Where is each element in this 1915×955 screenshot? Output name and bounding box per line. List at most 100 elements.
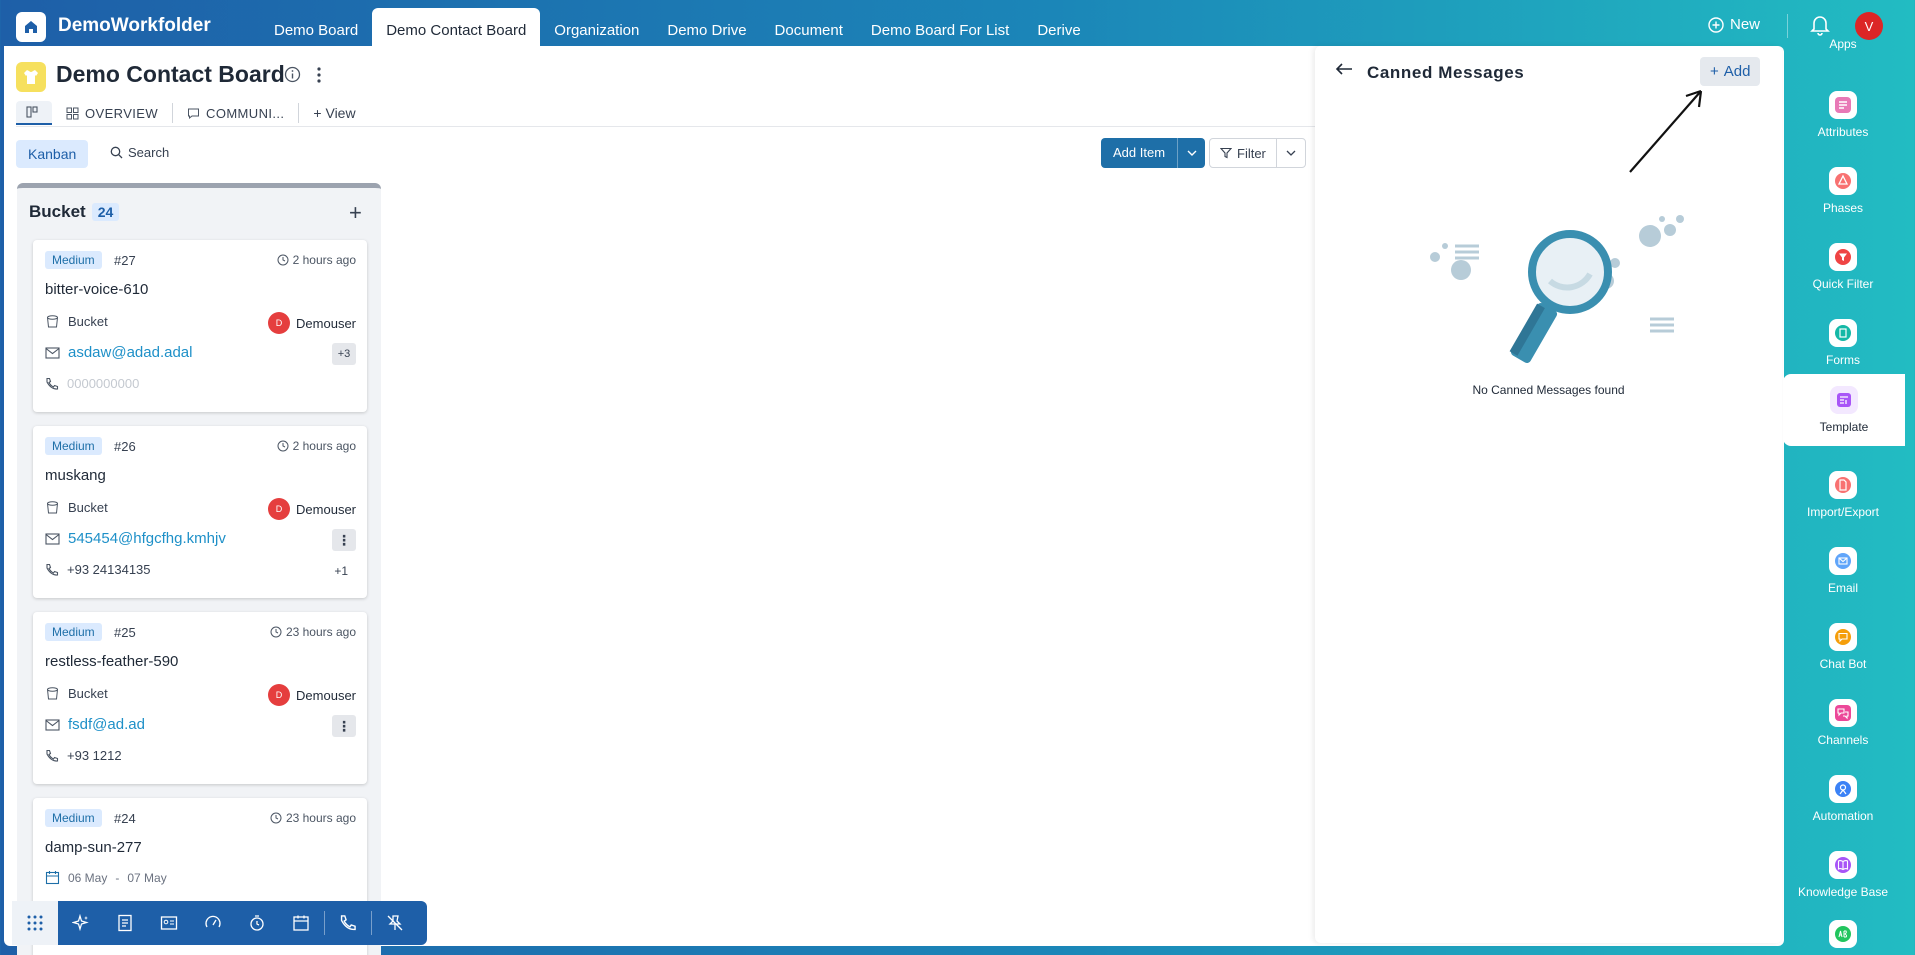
card-id: #25	[114, 625, 136, 640]
timer-icon[interactable]	[246, 912, 268, 934]
card-title[interactable]: bitter-voice-610	[45, 281, 148, 298]
card-title[interactable]: muskang	[45, 467, 106, 484]
card-time: 23 hours ago	[270, 625, 356, 639]
kanban-icon	[26, 106, 38, 118]
add-item-button[interactable]: Add Item	[1101, 138, 1178, 168]
template-icon	[1830, 386, 1858, 414]
search-button[interactable]: Search	[110, 145, 169, 160]
divider	[298, 103, 300, 123]
kanban-card[interactable]: Medium #26 2 hours ago muskang Bucket D …	[33, 426, 367, 598]
back-arrow-icon[interactable]	[1335, 62, 1353, 81]
tab-kanban-view[interactable]	[16, 101, 52, 125]
kanban-card[interactable]: Medium #27 2 hours ago bitter-voice-610 …	[33, 240, 367, 412]
more-options-icon[interactable]: ⋮	[332, 529, 356, 551]
rail-item-ab-test[interactable]	[1783, 914, 1903, 954]
clock-icon	[277, 440, 289, 452]
bucket-row: Bucket	[45, 314, 108, 329]
rail-item-import-export[interactable]: Import/Export	[1783, 460, 1903, 530]
contact-card-icon[interactable]	[158, 912, 180, 934]
apps-grid-icon[interactable]	[12, 901, 58, 945]
home-icon[interactable]	[16, 12, 46, 42]
chevron-down-icon[interactable]	[1277, 139, 1305, 167]
rail-item-apps[interactable]: Apps	[1783, 9, 1903, 79]
card-owner[interactable]: D Demouser	[268, 498, 356, 520]
rail-item-knowledge-base[interactable]: Knowledge Base	[1783, 840, 1903, 910]
sparkle-icon[interactable]	[70, 912, 92, 934]
rail-item-forms[interactable]: Forms	[1783, 308, 1903, 378]
divider	[16, 126, 1316, 127]
more-emails-badge[interactable]: +3	[332, 343, 356, 365]
more-options-icon[interactable]	[316, 66, 322, 89]
more-phones-badge[interactable]: +1	[334, 564, 348, 578]
empty-state-text: No Canned Messages found	[1472, 383, 1625, 397]
app-name[interactable]: DemoWorkfolder	[58, 15, 211, 37]
email-link[interactable]: 545454@hfgcfhg.kmhjv	[68, 530, 226, 547]
card-title[interactable]: damp-sun-277	[45, 839, 142, 856]
phone-icon	[46, 563, 59, 576]
phone-row: +93 1212	[45, 748, 122, 763]
divider	[371, 911, 372, 935]
priority-badge: Medium	[45, 623, 102, 641]
column-name: Bucket	[29, 202, 86, 221]
notes-icon[interactable]	[114, 912, 136, 934]
card-owner[interactable]: D Demouser	[268, 312, 356, 334]
more-options-icon[interactable]: ⋮	[332, 715, 356, 737]
add-column-item-icon[interactable]: +	[349, 200, 362, 226]
card-time: 2 hours ago	[277, 253, 356, 267]
bucket-label: Bucket	[68, 686, 108, 701]
rail-item-attributes[interactable]: Attributes	[1783, 80, 1903, 150]
rail-item-label: Quick Filter	[1812, 277, 1874, 291]
divider	[172, 103, 174, 123]
top-navigation: DemoWorkfolder Demo Board Demo Contact B…	[0, 0, 1915, 52]
info-icon[interactable]	[284, 66, 301, 88]
rail-item-label: Forms	[1826, 353, 1860, 367]
phone-number: +93 24134135	[67, 562, 151, 577]
add-canned-message-button[interactable]: + Add	[1700, 57, 1761, 86]
priority-badge: Medium	[45, 809, 102, 827]
email-link[interactable]: fsdf@ad.ad	[68, 716, 145, 733]
rail-item-phases[interactable]: Phases	[1783, 156, 1903, 226]
bucket-icon	[47, 501, 58, 514]
new-button[interactable]: New	[1708, 16, 1760, 33]
date-end: 07 May	[127, 870, 167, 885]
kanban-button[interactable]: Kanban	[16, 140, 89, 168]
bucket-label: Bucket	[68, 314, 108, 329]
rail-item-email[interactable]: Email	[1783, 536, 1903, 606]
avatar: D	[268, 498, 291, 520]
email-link[interactable]: asdaw@adad.adal	[68, 344, 192, 361]
tab-overview[interactable]: OVERVIEW	[56, 102, 168, 125]
add-label: Add	[1723, 63, 1751, 80]
column-count-badge: 24	[91, 203, 120, 221]
rail-item-quick-filter[interactable]: Quick Filter	[1783, 232, 1903, 302]
kanban-card[interactable]: Medium #25 23 hours ago restless-feather…	[33, 612, 367, 784]
rail-item-label: Channels	[1817, 733, 1869, 747]
add-view-button[interactable]: + View	[303, 101, 365, 125]
comment-icon	[188, 108, 200, 119]
card-title[interactable]: restless-feather-590	[45, 653, 178, 670]
board-shirt-icon	[16, 62, 46, 92]
phone-icon[interactable]	[337, 912, 359, 934]
knowledge-base-icon	[1829, 851, 1857, 879]
filter-button[interactable]: Filter	[1210, 139, 1277, 167]
card-id: #24	[114, 811, 136, 826]
tab-communication[interactable]: COMMUNI...	[177, 102, 294, 125]
panel-title: Canned Messages	[1367, 63, 1525, 82]
phases-icon	[1829, 167, 1857, 195]
rail-item-label: Phases	[1822, 201, 1864, 215]
add-item-split-button: Add Item	[1101, 138, 1206, 168]
rail-item-channels[interactable]: Channels	[1783, 688, 1903, 758]
bucket-row: Bucket	[45, 686, 108, 701]
gauge-icon[interactable]	[202, 912, 224, 934]
rail-item-chat-bot[interactable]: Chat Bot	[1783, 612, 1903, 682]
pin-off-icon[interactable]	[384, 912, 406, 934]
phone-row: 0000000000	[45, 376, 139, 391]
chevron-down-icon[interactable]	[1177, 138, 1206, 168]
filter-split-button: Filter	[1209, 138, 1306, 168]
card-owner[interactable]: D Demouser	[268, 684, 356, 706]
rail-item-template[interactable]: Template	[1783, 374, 1905, 446]
tab-communication-label: COMMUNI...	[206, 105, 285, 121]
phone-icon	[46, 377, 59, 390]
calendar-icon[interactable]	[290, 912, 312, 934]
rail-item-automation[interactable]: Automation	[1783, 764, 1903, 834]
tool-icons	[58, 901, 427, 945]
